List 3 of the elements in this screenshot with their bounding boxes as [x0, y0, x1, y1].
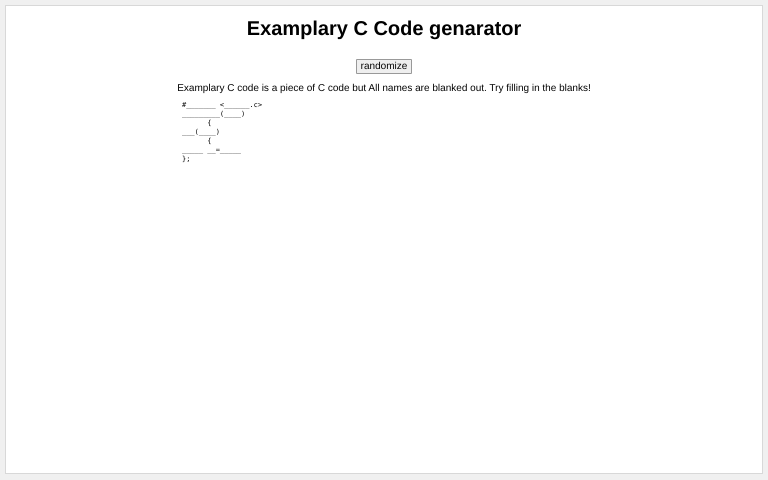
description-text: Examplary C code is a piece of C code but All names are blanked out. Try filling in the blanks!	[177, 83, 591, 94]
page-title: Examplary C Code genarator	[246, 18, 522, 41]
randomize-button[interactable]: randomize	[356, 59, 412, 74]
